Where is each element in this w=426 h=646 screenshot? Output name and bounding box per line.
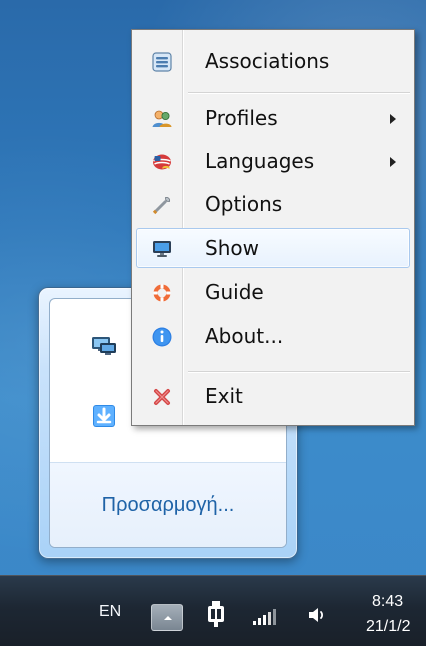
customize-link[interactable]: Προσαρμογή... (50, 494, 286, 517)
menu-label-options: Options (205, 192, 283, 216)
menu-label-profiles: Profiles (205, 106, 278, 130)
menu-separator (188, 371, 410, 372)
associations-icon (150, 50, 174, 74)
menu-separator (188, 92, 410, 93)
taskbar: EN 8:43 21/1/2 (0, 575, 426, 646)
menu-item-options[interactable]: Options (136, 184, 410, 224)
menu-label-show: Show (205, 236, 259, 260)
overflow-footer: Προσαρμογή... (50, 462, 286, 547)
clock-date[interactable]: 21/1/2 (366, 618, 410, 636)
language-indicator[interactable]: EN (99, 603, 121, 621)
profiles-icon (150, 107, 174, 131)
lifebuoy-icon (150, 281, 174, 305)
exit-icon (150, 385, 174, 409)
menu-item-guide[interactable]: Guide (136, 272, 410, 312)
monitor-network-icon[interactable] (90, 333, 118, 361)
show-hidden-icons-icon (160, 610, 176, 626)
power-icon[interactable] (205, 599, 227, 633)
clock-time[interactable]: 8:43 (372, 593, 403, 611)
menu-item-exit[interactable]: Exit (136, 376, 410, 416)
download-arrow-icon[interactable] (90, 402, 118, 430)
signal-icon[interactable] (252, 606, 278, 630)
menu-label-about: About... (205, 324, 284, 348)
menu-label-exit: Exit (205, 384, 243, 408)
menu-item-associations[interactable]: Associations (136, 41, 410, 81)
volume-icon[interactable] (306, 603, 330, 631)
menu-item-about[interactable]: About... (136, 316, 410, 356)
wrench-icon (150, 193, 174, 217)
menu-label-associations: Associations (205, 49, 330, 73)
info-icon (150, 325, 174, 349)
tray-context-menu: Associations Profiles Languages Options … (131, 29, 415, 426)
menu-item-profiles[interactable]: Profiles (136, 98, 410, 138)
menu-item-show[interactable]: Show (136, 228, 410, 268)
show-hidden-icons-button[interactable] (151, 604, 183, 631)
menu-item-languages[interactable]: Languages (136, 141, 410, 181)
submenu-arrow-icon (390, 157, 396, 167)
languages-icon (150, 150, 174, 174)
submenu-arrow-icon (390, 114, 396, 124)
monitor-icon (150, 237, 174, 261)
menu-label-guide: Guide (205, 280, 264, 304)
menu-label-languages: Languages (205, 149, 315, 173)
